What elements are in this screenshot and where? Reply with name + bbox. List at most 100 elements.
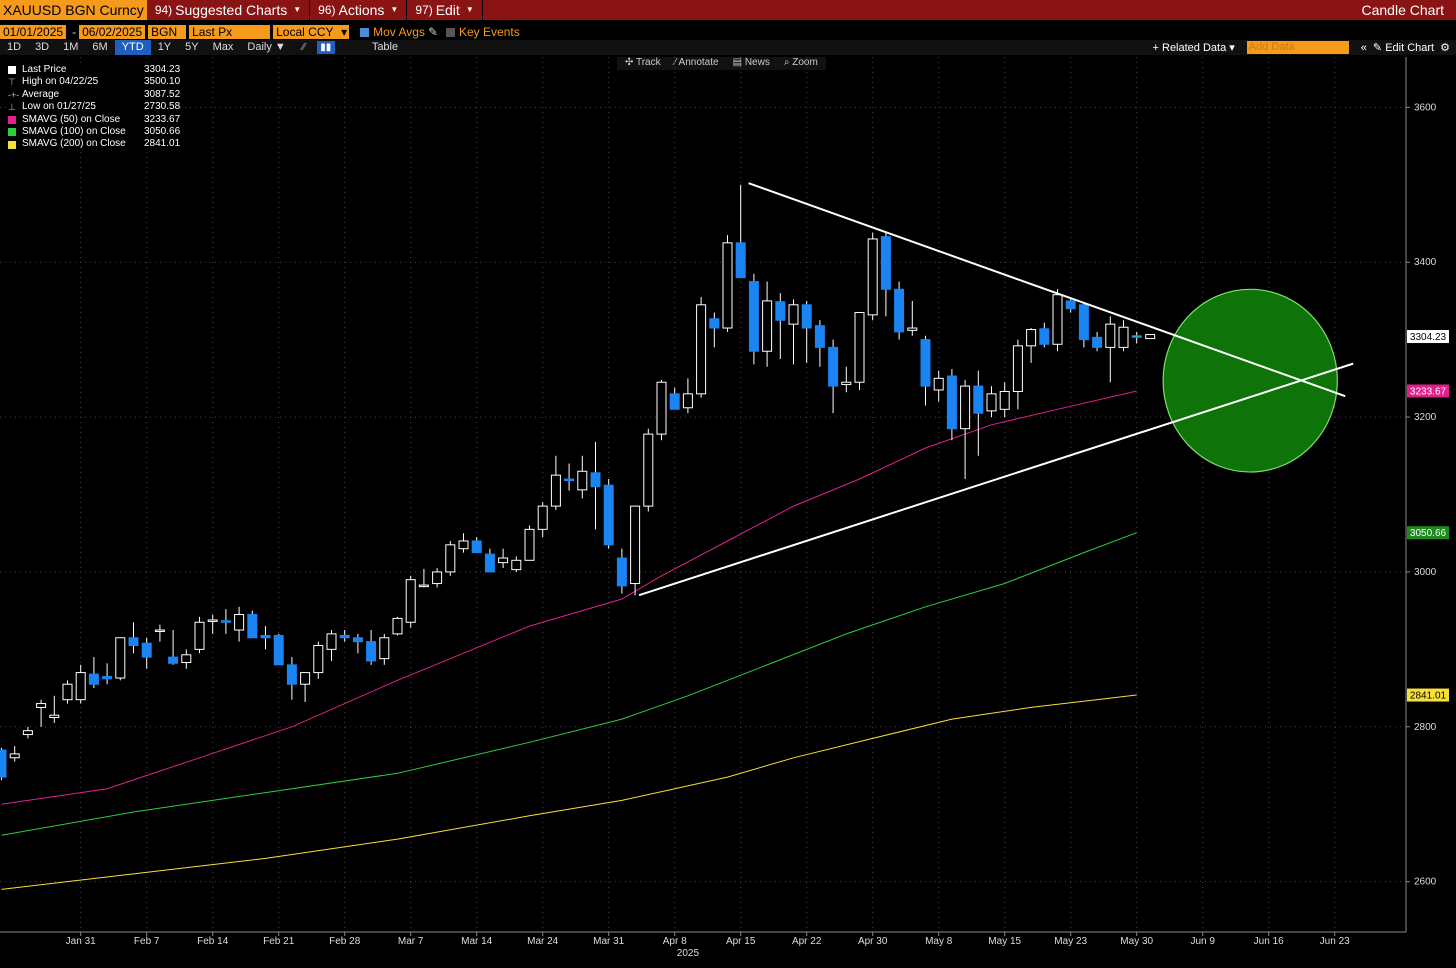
- edit-chart-button[interactable]: ✎ Edit Chart: [1373, 41, 1434, 54]
- candle-body: [894, 288, 905, 333]
- candle-body: [709, 318, 720, 329]
- candle-body: [445, 544, 456, 573]
- candle-chart[interactable]: 2600 2800 3000 3200 3400 3600 Jan 31 Feb 7 Feb 1…: [0, 0, 1456, 968]
- sma100-tag-bg: [1407, 526, 1449, 540]
- candle-body: [999, 391, 1010, 410]
- menu-label: Actions: [338, 2, 385, 18]
- candle-body: [682, 393, 693, 409]
- candle-body: [22, 730, 33, 736]
- candle-body: [115, 637, 126, 679]
- candle-body: [181, 654, 192, 664]
- candle-body: [1039, 328, 1050, 345]
- key-events-checkbox[interactable]: [446, 27, 455, 37]
- caret-down-icon: ▼: [465, 5, 474, 14]
- period-3d[interactable]: 3D: [28, 40, 56, 55]
- candle-body: [828, 346, 839, 387]
- candle-body: [841, 381, 852, 386]
- x-tick-label: Feb 28: [329, 936, 361, 947]
- date-range-dash: -: [72, 25, 77, 39]
- key-events-label: Key Events: [459, 25, 520, 39]
- period-1m[interactable]: 1M: [56, 40, 85, 55]
- candle-body: [775, 301, 786, 321]
- legend-value: 3304.23: [144, 64, 181, 75]
- sma100-tag: 3050.66: [1410, 528, 1447, 539]
- related-data-button[interactable]: + Related Data ▾: [1153, 41, 1235, 54]
- candle-body: [9, 753, 20, 759]
- y-tick-label: 2600: [1414, 877, 1437, 888]
- candle-body: [960, 385, 971, 430]
- legend-row: ⊥ Low on 01/27/25 2730.58: [8, 101, 180, 113]
- candle-body: [1052, 294, 1063, 345]
- candle-body: [814, 325, 825, 348]
- sma-line: [1, 390, 1137, 805]
- frequency-select[interactable]: Daily ▼: [240, 40, 292, 55]
- legend-row: Last Price 3304.23: [8, 64, 180, 76]
- candle-body: [49, 714, 60, 719]
- news-tool[interactable]: ▤ News: [733, 57, 770, 70]
- track-tool[interactable]: ✣ Track: [625, 57, 661, 70]
- add-data-input[interactable]: Add Data: [1246, 41, 1349, 54]
- right-tools: + Related Data ▾ Add Data « ✎ Edit Chart…: [1153, 41, 1456, 54]
- sma200-tag-bg: [1407, 688, 1449, 702]
- candle-body: [748, 281, 759, 352]
- start-date-field[interactable]: 01/01/2025: [0, 25, 67, 39]
- sma50-tag-bg: [1407, 384, 1449, 398]
- y-tick-label: 3000: [1414, 567, 1437, 578]
- candle-body: [550, 474, 561, 507]
- menu-suggested-charts[interactable]: 94) Suggested Charts ▼: [147, 0, 311, 20]
- menu-actions[interactable]: 96) Actions ▼: [310, 0, 408, 20]
- x-tick-label: Mar 31: [593, 936, 625, 947]
- period-6m[interactable]: 6M: [85, 40, 114, 55]
- candle-chart-icon[interactable]: ▮▮: [316, 41, 335, 54]
- legend-swatch: [8, 114, 22, 126]
- candle-body: [656, 381, 667, 435]
- period-ytd[interactable]: YTD: [114, 40, 151, 55]
- menu-number: 97): [415, 3, 433, 17]
- chart-tools: ✣ Track ⁄ Annotate ▤ News ⌕ Zoom: [617, 57, 826, 70]
- period-1y[interactable]: 1Y: [151, 40, 178, 55]
- sma-line: [1, 694, 1137, 890]
- track-label: Track: [635, 57, 661, 68]
- last-price-marker: [1145, 334, 1156, 340]
- source-field[interactable]: BGN: [148, 25, 187, 39]
- currency-select[interactable]: Local CCY: [273, 25, 340, 39]
- annotate-tool[interactable]: ⁄ Annotate: [675, 57, 719, 70]
- period-max[interactable]: Max: [206, 40, 241, 55]
- price-field-select[interactable]: Last Px: [189, 25, 271, 39]
- candle-body: [379, 637, 390, 660]
- legend-value: 3050.66: [144, 125, 181, 137]
- gear-icon[interactable]: ⚙: [1440, 41, 1450, 54]
- candle-body: [234, 614, 245, 631]
- candle-body: [339, 634, 350, 639]
- title-bar: XAUUSD BGN Curncy 94) Suggested Charts ▼…: [0, 0, 1456, 20]
- mov-avgs-checkbox[interactable]: [360, 27, 370, 37]
- candle-body: [75, 672, 86, 701]
- legend-row: SMAVG (200) on Close 2841.01: [8, 138, 180, 150]
- collapse-icon[interactable]: «: [1361, 42, 1367, 54]
- period-1d[interactable]: 1D: [0, 40, 28, 55]
- menu-number: 96): [318, 3, 336, 17]
- frequency-label: Daily: [247, 41, 272, 53]
- menu-number: 94): [154, 3, 173, 17]
- candle-body: [788, 304, 799, 325]
- candle-body: [128, 637, 139, 646]
- legend-value: 2841.01: [144, 138, 181, 150]
- table-button[interactable]: Table: [365, 40, 405, 55]
- line-chart-icon[interactable]: ⁄⁄: [295, 41, 313, 54]
- candle-body: [0, 749, 7, 778]
- candle-body: [88, 673, 99, 685]
- x-tick-label: Mar 7: [398, 936, 424, 947]
- period-5y[interactable]: 5Y: [178, 40, 205, 55]
- candle-body: [247, 614, 258, 639]
- y-tick-label: 3200: [1414, 412, 1437, 423]
- y-tick-label: 3600: [1414, 102, 1437, 113]
- pencil-icon[interactable]: ✎: [428, 25, 438, 39]
- menu-edit[interactable]: 97) Edit ▼: [407, 0, 483, 20]
- end-date-field[interactable]: 06/02/2025: [79, 25, 146, 39]
- candle-body: [973, 385, 984, 414]
- ticker-field[interactable]: XAUUSD BGN Curncy: [0, 0, 147, 20]
- legend-label: SMAVG (200) on Close: [22, 138, 126, 150]
- zoom-tool[interactable]: ⌕ Zoom: [784, 57, 818, 70]
- currency-dropdown-icon[interactable]: ▾: [339, 25, 350, 39]
- candle-body: [1026, 329, 1037, 347]
